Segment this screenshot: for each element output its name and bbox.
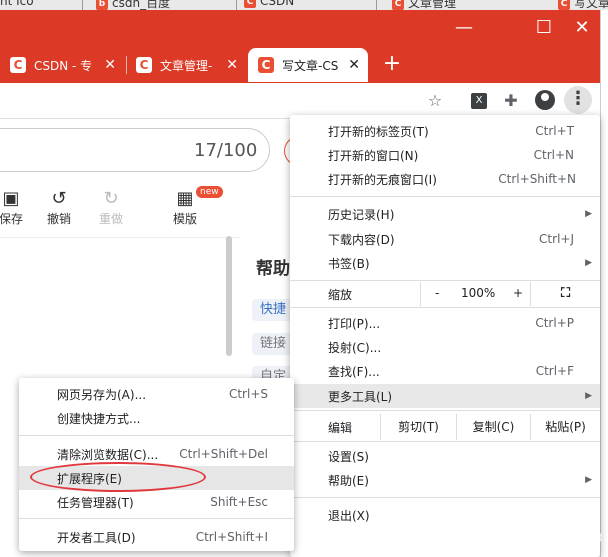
menu-separator	[290, 280, 600, 281]
title-char-counter: 17/100	[194, 140, 258, 161]
bookmark-star-icon[interactable]: ☆	[424, 90, 446, 112]
close-tab-icon[interactable]: ✕	[226, 57, 238, 73]
menu-item-incognito[interactable]: 打开新的无痕窗口(I) Ctrl+Shift+N	[290, 167, 600, 191]
submenu-separator	[19, 435, 294, 436]
redo-icon: ↻	[103, 188, 119, 209]
taskbar-item[interactable]: C 写文章	[558, 0, 608, 10]
menu-item-history[interactable]: 历史记录(H) ▶	[290, 202, 600, 226]
submenu-item-clear-data[interactable]: 清除浏览数据(C)... Ctrl+Shift+Del	[19, 442, 294, 466]
menu-separator	[290, 497, 600, 498]
menu-item-print[interactable]: 打印(P)... Ctrl+P	[290, 311, 600, 335]
tab-csdn[interactable]: C CSDN - 专 ✕	[0, 48, 124, 82]
close-tab-icon[interactable]: ✕	[104, 57, 116, 73]
tab-write-article[interactable]: C 写文章-CS ✕	[248, 48, 368, 82]
submenu-arrow-icon: ▶	[585, 391, 592, 401]
extensions-puzzle-icon[interactable]: ✚	[500, 90, 522, 112]
extension-x-icon[interactable]: X	[471, 93, 487, 109]
chrome-menu-button[interactable]: ⋮	[564, 86, 592, 114]
taskbar-divider	[376, 0, 377, 10]
menu-item-help[interactable]: 帮助(E) ▶	[290, 468, 600, 492]
submenu-arrow-icon: ▶	[585, 209, 592, 219]
window-edge	[600, 10, 608, 557]
help-panel-title: 帮助	[256, 259, 290, 279]
submenu-item-create-shortcut[interactable]: 创建快捷方式...	[19, 406, 294, 430]
submenu-item-save-page[interactable]: 网页另存为(A)... Ctrl+S	[19, 382, 294, 406]
taskbar-divider	[236, 0, 237, 10]
annotation-ellipse	[30, 462, 206, 492]
edit-copy-button[interactable]: 复制(C)	[456, 414, 530, 440]
profile-avatar[interactable]	[535, 90, 555, 110]
menu-item-bookmarks[interactable]: 书签(B) ▶	[290, 251, 600, 275]
taskbar-item[interactable]: ht Ico	[0, 0, 34, 10]
os-taskbar: ht Ico b csdn_百度 C CSDN C 文章管理 C 写文章	[0, 0, 608, 10]
redo-tool[interactable]: ↻ 重做	[96, 188, 126, 227]
menu-item-cast[interactable]: 投射(C)...	[290, 335, 600, 359]
menu-separator	[290, 307, 600, 308]
editor-scrollbar[interactable]	[226, 236, 232, 356]
taskbar-item[interactable]: C 文章管理	[392, 0, 456, 10]
save-icon: ▣	[2, 188, 20, 209]
csdn-icon: C	[392, 0, 404, 10]
submenu-item-task-manager[interactable]: 任务管理器(T) Shift+Esc	[19, 490, 294, 514]
taskbar-item[interactable]: C CSDN	[244, 0, 294, 10]
minimize-button[interactable]: —	[441, 10, 487, 46]
close-tab-icon[interactable]: ✕	[348, 57, 360, 73]
menu-item-find[interactable]: 查找(F)... Ctrl+F	[290, 359, 600, 383]
menu-zoom-row: 缩放 - 100% + ⛶	[290, 282, 600, 306]
edit-paste-button[interactable]: 粘贴(P)	[530, 414, 600, 440]
menu-item-new-window[interactable]: 打开新的窗口(N) Ctrl+N	[290, 143, 600, 167]
taskbar-divider	[82, 0, 83, 10]
help-chip-link[interactable]: 链接	[252, 333, 295, 355]
title-bar	[0, 10, 600, 46]
save-tool[interactable]: ▣ 保存	[0, 188, 26, 227]
baidu-icon: b	[96, 0, 108, 10]
zoom-level: 100%	[461, 286, 496, 300]
csdn-icon: C	[136, 57, 152, 73]
zoom-controls: - 100% +	[420, 282, 530, 306]
menu-item-settings[interactable]: 设置(S)	[290, 444, 600, 468]
zoom-out-button[interactable]: -	[435, 286, 439, 300]
zoom-in-button[interactable]: +	[513, 286, 523, 300]
help-chip-shortcut[interactable]: 快捷	[252, 299, 295, 321]
watermark: https://blog.csdn.net/qq_39321513	[392, 531, 603, 545]
menu-item-exit[interactable]: 退出(X)	[290, 503, 600, 527]
tab-title: 写文章-CS	[282, 58, 339, 73]
tab-article-manage[interactable]: C 文章管理- ✕	[126, 48, 246, 82]
submenu-separator	[19, 518, 294, 519]
menu-item-more-tools[interactable]: 更多工具(L) ▶	[290, 384, 600, 408]
undo-tool[interactable]: ↺ 撤销	[44, 188, 74, 227]
close-window-button[interactable]: ✕	[559, 10, 605, 46]
undo-icon: ↺	[51, 188, 67, 209]
menu-edit-row: 编辑 剪切(T) 复制(C) 粘贴(P)	[290, 414, 600, 440]
edit-cut-button[interactable]: 剪切(T)	[380, 414, 456, 440]
tab-title: 文章管理-	[160, 58, 213, 73]
menu-separator	[290, 441, 600, 442]
fullscreen-icon[interactable]: ⛶	[530, 282, 600, 306]
tab-title: CSDN - 专	[34, 58, 93, 73]
toolbar-divider	[0, 237, 240, 238]
menu-item-new-tab[interactable]: 打开新的标签页(T) Ctrl+T	[290, 119, 600, 143]
menu-item-downloads[interactable]: 下载内容(D) Ctrl+J	[290, 227, 600, 251]
csdn-icon: C	[10, 57, 26, 73]
menu-separator	[290, 410, 600, 411]
csdn-icon: C	[558, 0, 570, 10]
taskbar-item[interactable]: b csdn_百度	[96, 0, 170, 10]
menu-separator	[290, 196, 600, 197]
csdn-icon: C	[244, 0, 256, 8]
submenu-arrow-icon: ▶	[585, 475, 592, 485]
submenu-arrow-icon: ▶	[585, 258, 592, 268]
submenu-item-devtools[interactable]: 开发者工具(D) Ctrl+Shift+I	[19, 525, 294, 549]
new-badge: new	[196, 186, 223, 198]
csdn-icon: C	[258, 57, 274, 73]
new-tab-button[interactable]: +	[380, 52, 404, 76]
